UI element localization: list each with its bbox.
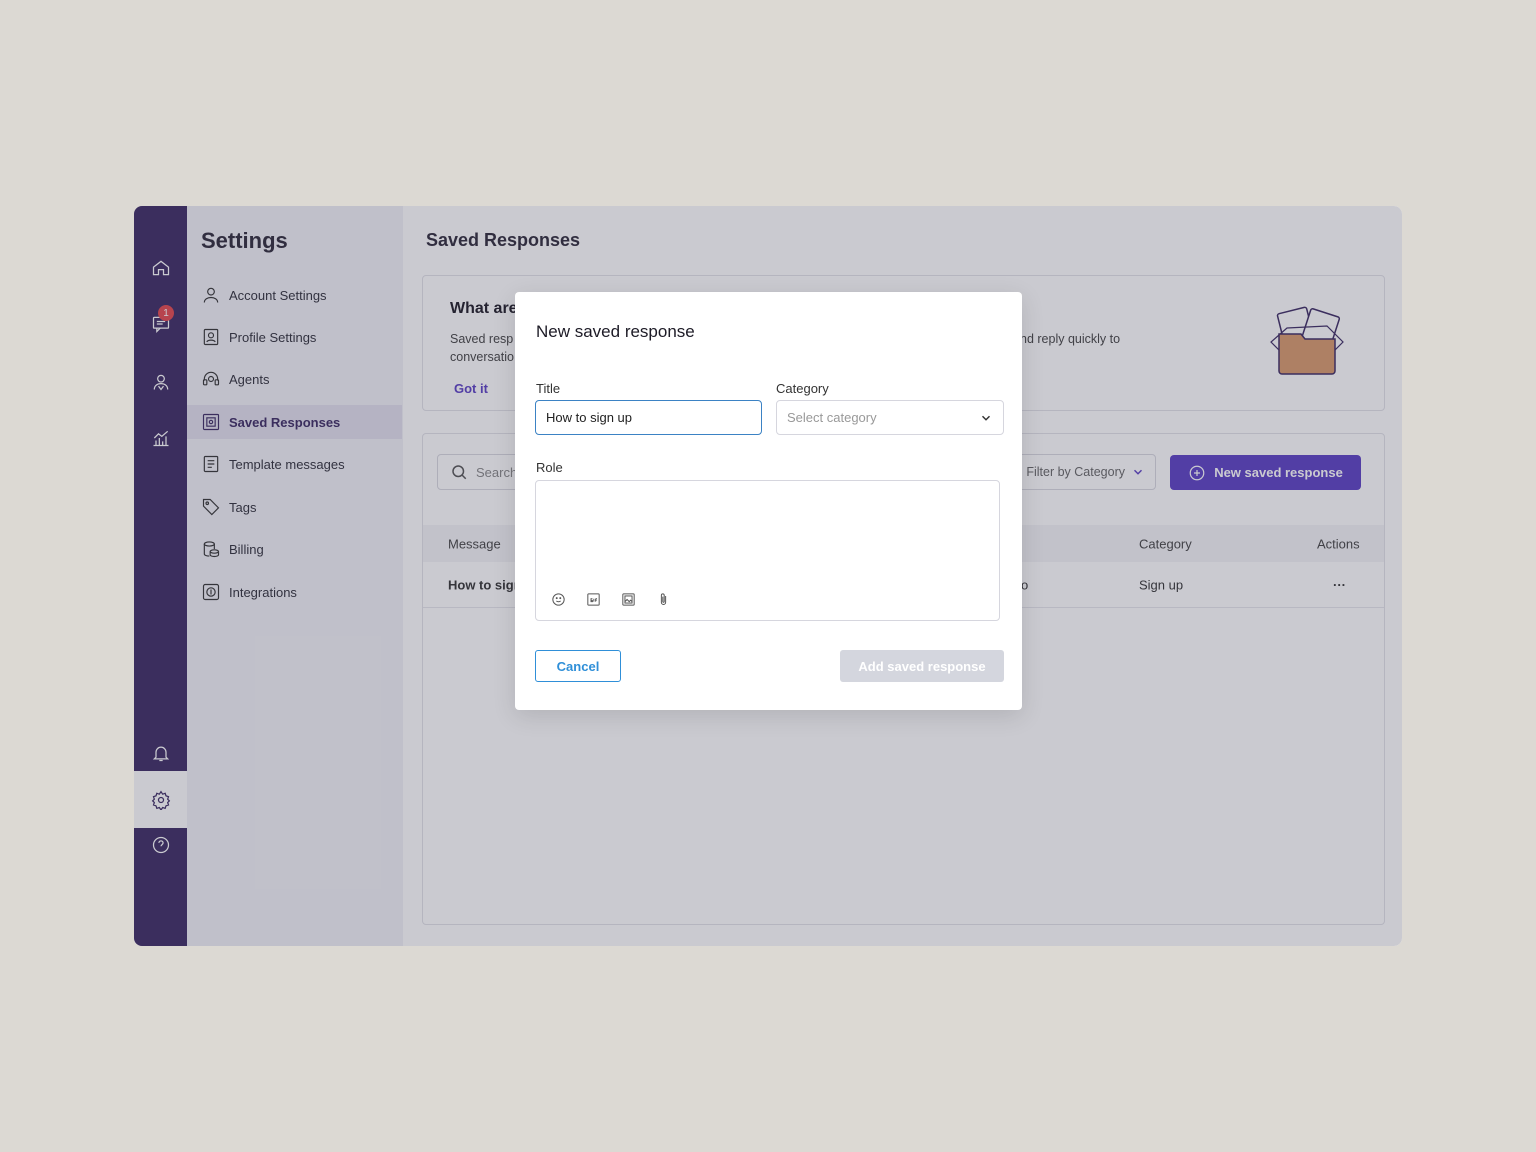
category-label: Category [776, 381, 829, 396]
composer-toolbar [550, 591, 672, 608]
chevron-down-icon [981, 415, 991, 421]
modal-title: New saved response [536, 322, 695, 341]
image-icon[interactable] [620, 591, 637, 608]
title-input[interactable]: How to sign up [535, 400, 762, 435]
emoji-icon[interactable] [550, 591, 567, 608]
title-label: Title [536, 381, 561, 396]
role-textarea[interactable] [535, 480, 1000, 621]
role-label: Role [536, 460, 563, 475]
gif-icon[interactable] [585, 591, 602, 608]
cancel-button[interactable]: Cancel [535, 650, 621, 682]
attachment-icon[interactable] [655, 591, 672, 608]
category-placeholder: Select category [787, 410, 877, 425]
add-saved-response-button[interactable]: Add saved response [840, 650, 1004, 682]
new-saved-response-modal: New saved response Title How to sign up … [515, 292, 1022, 710]
category-select[interactable]: Select category [776, 400, 1004, 435]
